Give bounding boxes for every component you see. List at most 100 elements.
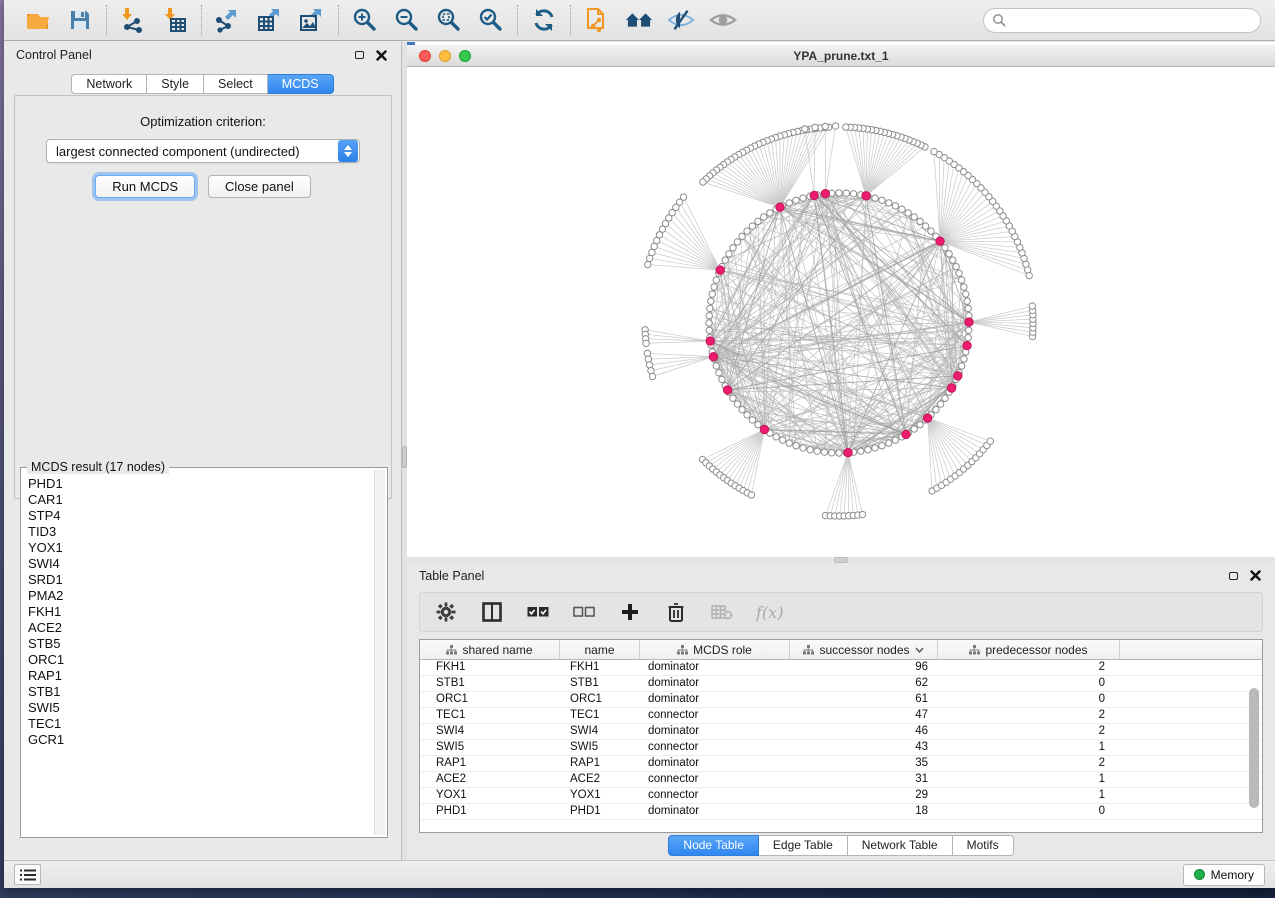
- column-label: predecessor nodes: [985, 643, 1087, 657]
- network-canvas[interactable]: [407, 67, 1275, 557]
- table-tab[interactable]: Edge Table: [759, 835, 848, 856]
- import-table-icon[interactable]: [161, 6, 189, 34]
- control-panel-tab[interactable]: Select: [204, 74, 268, 94]
- mcds-result-item[interactable]: ACE2: [28, 620, 374, 636]
- mcds-result-item[interactable]: STB5: [28, 636, 374, 652]
- table-row[interactable]: ORC1 ORC1 dominator 61 0: [420, 692, 1262, 708]
- hide-details-icon[interactable]: [667, 6, 695, 34]
- control-panel-tab[interactable]: Network: [71, 74, 147, 94]
- table-tab[interactable]: Motifs: [953, 835, 1014, 856]
- scrollbar-thumb[interactable]: [1249, 688, 1259, 808]
- cell-name: SWI4: [560, 724, 640, 739]
- mcds-result-item[interactable]: GCR1: [28, 732, 374, 748]
- mcds-result-item[interactable]: SWI5: [28, 700, 374, 716]
- optimization-criterion-label: Optimization criterion:: [15, 114, 391, 129]
- mcds-result-item[interactable]: RAP1: [28, 668, 374, 684]
- table-row[interactable]: TEC1 TEC1 connector 47 2: [420, 708, 1262, 724]
- search-field[interactable]: [983, 8, 1261, 33]
- control-panel-tab[interactable]: Style: [147, 74, 204, 94]
- cell-name: STB1: [560, 676, 640, 691]
- export-network-icon[interactable]: [214, 6, 242, 34]
- zoom-in-icon[interactable]: [351, 6, 379, 34]
- add-column-icon[interactable]: [618, 600, 642, 624]
- search-input[interactable]: [1006, 13, 1246, 27]
- table-settings-gear-icon[interactable]: [434, 600, 458, 624]
- delete-table-icon[interactable]: [710, 600, 734, 624]
- export-table-icon[interactable]: [256, 6, 284, 34]
- table-column-header[interactable]: shared name: [420, 640, 560, 659]
- control-panel-tab[interactable]: MCDS: [268, 74, 334, 94]
- mcds-result-item[interactable]: TID3: [28, 524, 374, 540]
- import-network-icon[interactable]: [119, 6, 147, 34]
- run-mcds-button[interactable]: Run MCDS: [95, 175, 195, 198]
- cell-shared-name: ACE2: [420, 772, 560, 787]
- memory-button[interactable]: Memory: [1183, 864, 1265, 886]
- cell-successor-nodes: 62: [790, 676, 938, 691]
- cell-successor-nodes: 43: [790, 740, 938, 755]
- task-history-button[interactable]: [14, 864, 41, 885]
- table-row[interactable]: ACE2 ACE2 connector 31 1: [420, 772, 1262, 788]
- sort-chevron-icon[interactable]: [915, 647, 924, 653]
- table-column-header[interactable]: MCDS role: [640, 640, 790, 659]
- table-row[interactable]: PHD1 PHD1 dominator 18 0: [420, 804, 1262, 820]
- table-column-header[interactable]: name: [560, 640, 640, 659]
- network-title: YPA_prune.txt_1: [407, 49, 1275, 63]
- float-table-panel-icon[interactable]: [1225, 568, 1241, 584]
- cell-predecessor-nodes: 2: [938, 724, 1120, 739]
- table-toolbar: f(x): [419, 592, 1263, 632]
- export-image-icon[interactable]: [298, 6, 326, 34]
- cell-shared-name: SWI4: [420, 724, 560, 739]
- zoom-out-icon[interactable]: [393, 6, 421, 34]
- network-graph[interactable]: [407, 67, 1275, 557]
- cell-name: RAP1: [560, 756, 640, 771]
- mcds-result-item[interactable]: FKH1: [28, 604, 374, 620]
- table-row[interactable]: YOX1 YOX1 connector 29 1: [420, 788, 1262, 804]
- table-row[interactable]: SWI5 SWI5 connector 43 1: [420, 740, 1262, 756]
- close-panel-icon[interactable]: [373, 47, 389, 63]
- cell-predecessor-nodes: 1: [938, 788, 1120, 803]
- cell-mcds-role: dominator: [640, 660, 790, 675]
- show-columns-icon[interactable]: [480, 600, 504, 624]
- home-icon[interactable]: [625, 6, 653, 34]
- zoom-fit-icon[interactable]: [435, 6, 463, 34]
- mcds-result-item[interactable]: CAR1: [28, 492, 374, 508]
- select-all-icon[interactable]: [526, 600, 550, 624]
- cell-predecessor-nodes: 0: [938, 676, 1120, 691]
- mcds-result-item[interactable]: PHD1: [28, 476, 374, 492]
- zoom-selected-icon[interactable]: [477, 6, 505, 34]
- mcds-result-item[interactable]: STP4: [28, 508, 374, 524]
- mcds-result-item[interactable]: TEC1: [28, 716, 374, 732]
- deselect-all-icon[interactable]: [572, 600, 596, 624]
- function-builder-icon[interactable]: f(x): [756, 603, 783, 622]
- cell-mcds-role: dominator: [640, 676, 790, 691]
- table-column-header[interactable]: predecessor nodes: [938, 640, 1120, 659]
- share-document-icon[interactable]: [583, 6, 611, 34]
- mcds-result-item[interactable]: PMA2: [28, 588, 374, 604]
- close-panel-button[interactable]: Close panel: [208, 175, 311, 198]
- mcds-result-item[interactable]: SRD1: [28, 572, 374, 588]
- refresh-layout-icon[interactable]: [530, 6, 558, 34]
- table-row[interactable]: FKH1 FKH1 dominator 96 2: [420, 660, 1262, 676]
- table-column-header[interactable]: successor nodes: [790, 640, 938, 659]
- mcds-result-item[interactable]: SWI4: [28, 556, 374, 572]
- mcds-result-list[interactable]: PHD1CAR1STP4TID3YOX1SWI4SRD1PMA2FKH1ACE2…: [23, 470, 374, 835]
- table-scrollbar[interactable]: [1248, 662, 1259, 828]
- delete-column-icon[interactable]: [664, 600, 688, 624]
- table-row[interactable]: SWI4 SWI4 dominator 46 2: [420, 724, 1262, 740]
- table-tab[interactable]: Network Table: [848, 835, 953, 856]
- mcds-result-item[interactable]: STB1: [28, 684, 374, 700]
- float-panel-icon[interactable]: [351, 47, 367, 63]
- mcds-result-item[interactable]: ORC1: [28, 652, 374, 668]
- show-details-icon[interactable]: [709, 6, 737, 34]
- open-session-icon[interactable]: [24, 6, 52, 34]
- criterion-dropdown[interactable]: largest connected component (undirected): [46, 139, 360, 163]
- cell-mcds-role: connector: [640, 788, 790, 803]
- table-row[interactable]: STB1 STB1 dominator 62 0: [420, 676, 1262, 692]
- close-table-panel-icon[interactable]: [1247, 568, 1263, 584]
- table-row[interactable]: RAP1 RAP1 dominator 35 2: [420, 756, 1262, 772]
- cell-successor-nodes: 35: [790, 756, 938, 771]
- mcds-result-scrollbar[interactable]: [374, 470, 385, 835]
- table-tab[interactable]: Node Table: [668, 835, 759, 856]
- mcds-result-item[interactable]: YOX1: [28, 540, 374, 556]
- save-session-icon[interactable]: [66, 6, 94, 34]
